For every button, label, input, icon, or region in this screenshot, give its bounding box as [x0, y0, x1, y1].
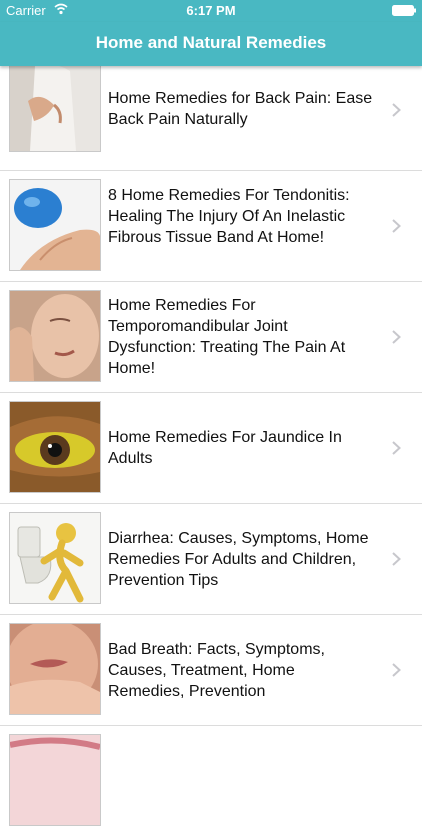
yellow-eye-thumbnail — [9, 401, 101, 493]
list-item-title: Diarrhea: Causes, Symptoms, Home Remedie… — [108, 530, 369, 589]
list-item-title: Home Remedies For Jaundice In Adults — [108, 429, 342, 467]
jaw-pain-thumbnail — [9, 290, 101, 382]
navigation-bar: Home and Natural Remedies — [0, 22, 422, 66]
list-item-title: Home Remedies for Back Pain: Ease Back P… — [108, 90, 373, 128]
list-item[interactable]: Diarrhea: Causes, Symptoms, Home Remedie… — [0, 504, 422, 615]
chevron-right-icon — [392, 552, 401, 566]
list-item[interactable]: 8 Home Remedies For Tendonitis: Healing … — [0, 171, 422, 282]
list-item[interactable]: Home Remedies For Jaundice In Adults — [0, 393, 422, 504]
status-time: 6:17 PM — [186, 3, 236, 18]
bad-breath-thumbnail — [9, 623, 101, 715]
chevron-right-icon — [392, 663, 401, 677]
chevron-right-icon — [392, 103, 401, 117]
chevron-right-icon — [392, 330, 401, 344]
list-item-title: 8 Home Remedies For Tendonitis: Healing … — [108, 187, 350, 246]
list-item[interactable]: Home Remedies For Temporomandibular Join… — [0, 282, 422, 393]
chevron-right-icon — [392, 219, 401, 233]
list-item[interactable]: Bad Breath: Facts, Symptoms, Causes, Tre… — [0, 615, 422, 726]
list-item[interactable]: Home Remedies for Back Pain: Ease Back P… — [0, 60, 422, 171]
ice-pack-thumbnail — [9, 179, 101, 271]
diarrhea-thumbnail — [9, 512, 101, 604]
list-item[interactable] — [0, 726, 422, 837]
partial-thumbnail — [9, 734, 101, 826]
page-title: Home and Natural Remedies — [95, 33, 327, 52]
status-bar: Carrier 6:17 PM — [0, 0, 422, 22]
back-pain-thumbnail — [9, 60, 101, 152]
list-item-title: Home Remedies For Temporomandibular Join… — [108, 297, 346, 377]
battery-icon — [392, 5, 416, 16]
chevron-right-icon — [392, 441, 401, 455]
list-item-title: Bad Breath: Facts, Symptoms, Causes, Tre… — [108, 641, 325, 700]
